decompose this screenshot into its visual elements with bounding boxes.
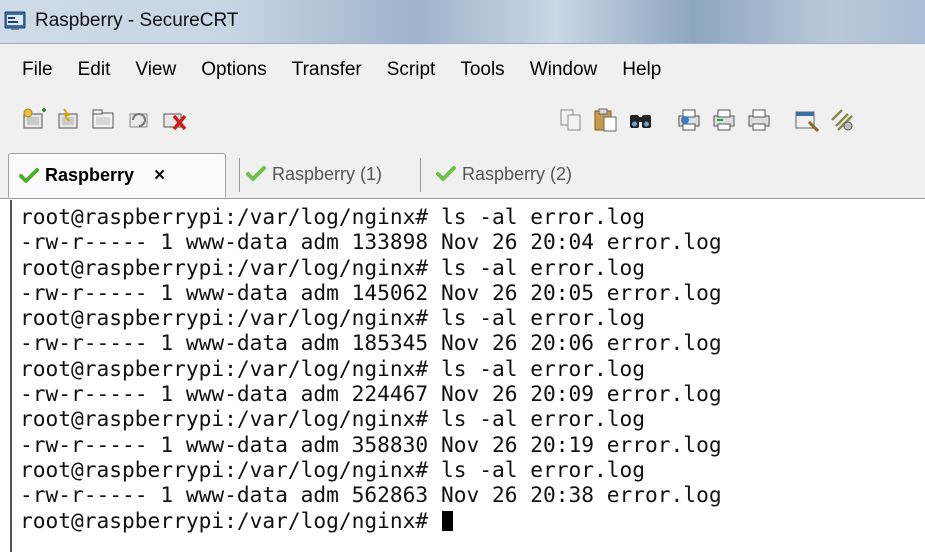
terminal-line: -rw-r----- 1 www-data adm 562863 Nov 26 … (20, 482, 722, 508)
connected-check-icon (19, 167, 39, 183)
print-icon[interactable] (745, 106, 773, 134)
tab-label: Raspberry (2) (462, 163, 573, 184)
terminal-cursor (441, 510, 453, 531)
global-options-icon[interactable] (828, 106, 856, 134)
menu-view[interactable]: View (135, 57, 176, 83)
menu-script[interactable]: Script (387, 57, 436, 83)
menu-help[interactable]: Help (622, 57, 661, 83)
menu-bar: File Edit View Options Transfer Script T… (0, 44, 925, 96)
tab-label: Raspberry (1) (272, 163, 383, 184)
menu-tools[interactable]: Tools (460, 57, 504, 83)
disconnect-icon[interactable] (160, 106, 188, 134)
menu-transfer[interactable]: Transfer (292, 57, 362, 83)
terminal-line: root@raspberrypi:/var/log/nginx# ls -al … (20, 406, 646, 432)
connected-check-icon (436, 166, 456, 181)
terminal-prompt: root@raspberrypi:/var/log/nginx# (20, 507, 441, 533)
copy-icon[interactable] (557, 106, 585, 134)
terminal-output[interactable]: root@raspberrypi:/var/log/nginx# ls -al … (10, 200, 925, 552)
paste-icon[interactable] (592, 106, 620, 134)
tab-raspberry-1[interactable]: Raspberry (1) (246, 154, 382, 194)
session-tab-strip: Raspberry × Raspberry (1) Raspberry (2) (0, 144, 925, 199)
terminal-line: root@raspberrypi:/var/log/nginx# ls -al … (20, 254, 646, 280)
tab-divider (239, 158, 240, 192)
terminal-line: root@raspberrypi:/var/log/nginx# ls -al … (20, 456, 646, 482)
menu-options[interactable]: Options (201, 57, 266, 83)
terminal-prompt-line[interactable]: root@raspberrypi:/var/log/nginx# (20, 508, 925, 533)
terminal-line: -rw-r----- 1 www-data adm 185345 Nov 26 … (20, 330, 722, 356)
connected-check-icon (246, 166, 266, 181)
terminal-line: root@raspberrypi:/var/log/nginx# ls -al … (20, 204, 646, 229)
menu-edit[interactable]: Edit (78, 57, 111, 83)
quick-connect-icon[interactable] (55, 106, 83, 134)
terminal-line: -rw-r----- 1 www-data adm 133898 Nov 26 … (20, 229, 722, 255)
tab-label: Raspberry (45, 165, 135, 185)
tab-raspberry-2[interactable]: Raspberry (2) (436, 154, 572, 194)
print-selection-icon[interactable] (710, 106, 738, 134)
menu-file[interactable]: File (22, 57, 53, 83)
find-icon[interactable] (627, 106, 655, 134)
reconnect-icon[interactable] (125, 106, 153, 134)
connect-icon[interactable] (20, 106, 48, 134)
tab-raspberry[interactable]: Raspberry × (8, 153, 226, 198)
session-options-icon[interactable] (793, 106, 821, 134)
terminal-line: -rw-r----- 1 www-data adm 224467 Nov 26 … (20, 381, 722, 407)
terminal-line: root@raspberrypi:/var/log/nginx# ls -al … (20, 305, 646, 331)
terminal-line: root@raspberrypi:/var/log/nginx# ls -al … (20, 355, 646, 381)
securecrt-app-icon (4, 11, 26, 30)
tab-divider (420, 158, 421, 192)
terminal-line: -rw-r----- 1 www-data adm 358830 Nov 26 … (20, 431, 722, 457)
menu-window[interactable]: Window (530, 57, 598, 83)
connect-tab-icon[interactable] (90, 106, 118, 134)
window-title: Raspberry - SecureCRT (35, 10, 239, 31)
title-bar[interactable]: Raspberry - SecureCRT (0, 0, 925, 44)
tab-close-button[interactable]: × (154, 165, 165, 187)
print-setup-icon[interactable] (675, 106, 703, 134)
toolbar (0, 96, 925, 232)
terminal-line: -rw-r----- 1 www-data adm 145062 Nov 26 … (20, 279, 722, 305)
